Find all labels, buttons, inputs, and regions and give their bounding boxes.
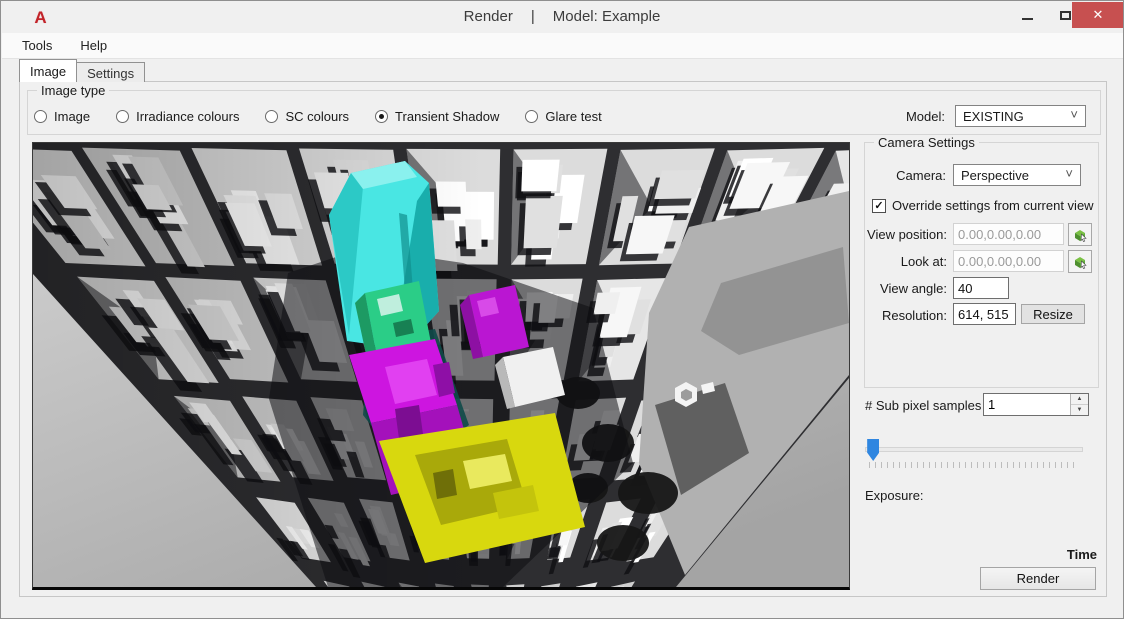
radio-image-label: Image [54, 109, 90, 124]
camera-settings-groupbox: Camera Settings Camera: Perspective ˅ ✓ … [864, 142, 1099, 388]
image-type-legend: Image type [37, 83, 109, 98]
camera-label: Camera: [865, 168, 946, 183]
spinner-up-button[interactable]: ▲ [1071, 394, 1088, 405]
menu-help[interactable]: Help [80, 38, 107, 53]
view-position-label: View position: [865, 227, 947, 242]
window-title: Render | Model: Example [1, 8, 1123, 25]
resolution-label: Resolution: [865, 308, 947, 323]
radio-glare-test-label: Glare test [545, 109, 601, 124]
look-at-label: Look at: [865, 254, 947, 269]
radio-circle-icon [525, 110, 538, 123]
spinner-up-icon: ▲ [1077, 396, 1083, 402]
view-position-field [953, 223, 1064, 245]
spinner-buttons: ▲ ▼ [1070, 394, 1088, 415]
window-title-separator: | [531, 8, 535, 25]
radio-circle-icon [34, 110, 47, 123]
camera-dropdown[interactable]: Perspective ˅ [953, 164, 1081, 186]
check-icon: ✓ [874, 199, 883, 212]
pick-point-icon [1072, 254, 1088, 270]
override-settings-checkbox[interactable]: ✓ [872, 199, 886, 213]
image-type-groupbox: Image type Image Irradiance colours SC c… [27, 90, 1101, 135]
resize-button[interactable]: Resize [1021, 304, 1085, 324]
slider-track[interactable] [865, 447, 1083, 452]
view-angle-label: View angle: [865, 281, 947, 296]
look-at-field [953, 250, 1064, 272]
radio-circle-icon [116, 110, 129, 123]
image-tab-page: Image type Image Irradiance colours SC c… [19, 81, 1107, 597]
model-dropdown-value: EXISTING [963, 109, 1024, 124]
menu-bar: Tools Help [2, 33, 1124, 59]
close-icon: ✕ [1093, 7, 1104, 23]
radio-sc-colours-label: SC colours [285, 109, 349, 124]
model-row: Model: EXISTING ˅ [906, 105, 1086, 127]
menu-tools[interactable]: Tools [22, 38, 52, 53]
model-dropdown[interactable]: EXISTING ˅ [955, 105, 1086, 127]
view-angle-field[interactable] [953, 277, 1009, 299]
pick-look-at-button[interactable] [1068, 250, 1092, 273]
tab-strip: Image Settings [19, 60, 144, 82]
radio-transient-shadow-label: Transient Shadow [395, 109, 499, 124]
image-type-options: Image Irradiance colours SC colours Tran… [34, 109, 602, 124]
city-render-graphic [33, 143, 849, 587]
minimize-icon [1022, 18, 1033, 20]
spinner-down-button[interactable]: ▼ [1071, 405, 1088, 416]
render-button[interactable]: Render [980, 567, 1096, 590]
chevron-down-icon: ˅ [1065, 169, 1073, 179]
pick-view-position-button[interactable] [1068, 223, 1092, 246]
radio-image[interactable]: Image [34, 109, 90, 124]
radio-circle-icon [375, 110, 388, 123]
close-button[interactable]: ✕ [1072, 2, 1124, 28]
radio-irradiance-colours[interactable]: Irradiance colours [116, 109, 239, 124]
subpixel-samples-label: # Sub pixel samples [865, 398, 981, 413]
model-label: Model: [906, 109, 945, 124]
camera-dropdown-value: Perspective [961, 168, 1029, 183]
maximize-icon [1060, 11, 1071, 20]
app-window: A Render|Model: Example ✕ Tools Help Ima… [0, 0, 1124, 619]
radio-glare-test[interactable]: Glare test [525, 109, 601, 124]
pick-point-icon [1072, 227, 1088, 243]
chevron-down-icon: ˅ [1070, 110, 1078, 120]
resolution-field[interactable] [953, 303, 1016, 325]
radio-sc-colours[interactable]: SC colours [265, 109, 349, 124]
window-title-app: Render [464, 8, 513, 25]
tab-image[interactable]: Image [19, 59, 77, 82]
subpixel-samples-field[interactable] [984, 394, 1070, 415]
render-preview-image[interactable] [32, 142, 850, 590]
camera-settings-legend: Camera Settings [874, 135, 979, 150]
time-label: Time [980, 547, 1097, 562]
override-settings-row: ✓ Override settings from current view [872, 198, 1094, 213]
override-settings-label: Override settings from current view [892, 198, 1094, 213]
radio-irradiance-label: Irradiance colours [136, 109, 239, 124]
title-bar: A Render|Model: Example ✕ [1, 1, 1123, 33]
slider-ticks [869, 462, 1077, 468]
spinner-down-icon: ▼ [1077, 407, 1083, 413]
exposure-slider[interactable] [865, 437, 1083, 465]
window-title-model: Model: Example [553, 8, 661, 25]
subpixel-samples-stepper[interactable]: ▲ ▼ [983, 393, 1089, 416]
tab-settings[interactable]: Settings [76, 62, 145, 82]
minimize-button[interactable] [1006, 1, 1048, 29]
radio-circle-icon [265, 110, 278, 123]
slider-thumb[interactable] [867, 439, 879, 461]
radio-transient-shadow[interactable]: Transient Shadow [375, 109, 499, 124]
exposure-label: Exposure: [865, 488, 924, 503]
